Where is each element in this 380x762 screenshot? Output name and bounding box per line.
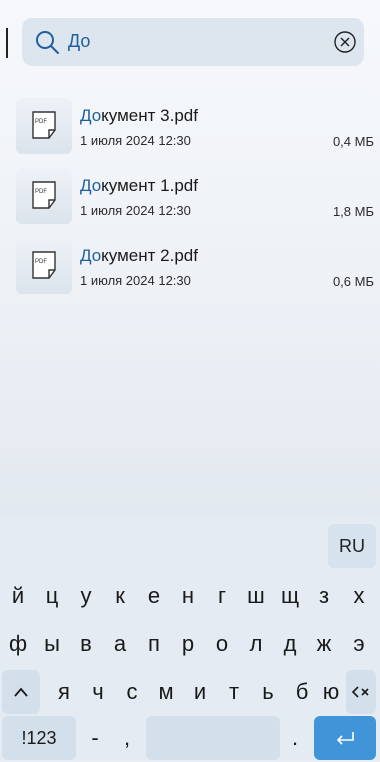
name-highlight: До — [80, 176, 102, 195]
key[interactable]: ш — [240, 574, 272, 618]
key[interactable]: э — [342, 622, 376, 666]
name-rest: кумент 3.pdf — [101, 106, 198, 125]
dash-key[interactable]: - — [80, 716, 110, 760]
keyboard: RU й ц у к е н г ш щ з х ф ы в а п р о л… — [0, 518, 380, 760]
backspace-icon — [351, 686, 369, 698]
key[interactable]: ю — [320, 670, 342, 714]
search-icon — [36, 31, 59, 54]
name-rest: кумент 1.pdf — [101, 176, 198, 195]
file-date: 1 июля 2024 12:30 — [80, 273, 191, 288]
enter-icon — [336, 732, 354, 745]
shift-key[interactable] — [2, 670, 40, 714]
key[interactable]: с — [116, 670, 148, 714]
backspace-key[interactable] — [346, 670, 376, 714]
key[interactable]: ы — [36, 622, 68, 666]
pdf-icon-text: PDF — [35, 119, 47, 125]
key-row-4: !123 - , . — [0, 716, 380, 762]
shift-icon — [14, 687, 28, 697]
pdf-icon-text: PDF — [35, 259, 47, 265]
key[interactable]: е — [138, 574, 170, 618]
key[interactable]: п — [138, 622, 170, 666]
key[interactable]: щ — [274, 574, 306, 618]
file-name: Документ 3.pdf — [80, 106, 198, 126]
key[interactable]: в — [70, 622, 102, 666]
file-name: Документ 1.pdf — [80, 176, 198, 196]
space-key[interactable] — [146, 716, 280, 760]
key[interactable]: ь — [252, 670, 284, 714]
key[interactable]: к — [104, 574, 136, 618]
period-key[interactable]: . — [282, 716, 308, 760]
search-input[interactable]: До — [68, 31, 90, 52]
key[interactable]: у — [70, 574, 102, 618]
key[interactable]: н — [172, 574, 204, 618]
name-highlight: До — [80, 106, 102, 125]
pdf-file-icon: PDF — [16, 98, 72, 154]
file-size: 0,6 МБ — [332, 274, 374, 289]
key[interactable]: й — [2, 574, 34, 618]
file-size: 1,8 МБ — [332, 204, 374, 219]
name-highlight: До — [80, 246, 102, 265]
name-rest: кумент 2.pdf — [101, 246, 198, 265]
key[interactable]: и — [184, 670, 216, 714]
list-item[interactable]: PDF Документ 2.pdf 1 июля 2024 12:30 0,6… — [16, 238, 376, 300]
key[interactable]: б — [286, 670, 318, 714]
key[interactable]: ч — [82, 670, 114, 714]
key[interactable]: а — [104, 622, 136, 666]
key[interactable]: з — [308, 574, 340, 618]
key[interactable]: г — [206, 574, 238, 618]
clear-icon[interactable] — [333, 30, 357, 54]
key-row-2: ф ы в а п р о л д ж э — [0, 622, 380, 668]
key[interactable]: д — [274, 622, 306, 666]
list-item[interactable]: PDF Документ 3.pdf 1 июля 2024 12:30 0,4… — [16, 98, 376, 160]
screen: До PDF Документ 3.pdf 1 июля 2024 12:30 … — [0, 0, 380, 760]
key[interactable]: ф — [2, 622, 34, 666]
key[interactable]: ц — [36, 574, 68, 618]
key[interactable]: о — [206, 622, 238, 666]
text-cursor — [6, 28, 8, 58]
key[interactable]: р — [172, 622, 204, 666]
file-date: 1 июля 2024 12:30 — [80, 203, 191, 218]
pdf-icon-text: PDF — [35, 189, 47, 195]
search-bar[interactable]: До — [22, 18, 364, 66]
list-item[interactable]: PDF Документ 1.pdf 1 июля 2024 12:30 1,8… — [16, 168, 376, 230]
enter-key[interactable] — [314, 716, 376, 760]
key[interactable]: т — [218, 670, 250, 714]
file-name: Документ 2.pdf — [80, 246, 198, 266]
comma-key[interactable]: , — [112, 716, 142, 760]
file-size: 0,4 МБ — [332, 134, 374, 149]
file-date: 1 июля 2024 12:30 — [80, 133, 191, 148]
key[interactable]: л — [240, 622, 272, 666]
key[interactable]: я — [48, 670, 80, 714]
pdf-file-icon: PDF — [16, 238, 72, 294]
numbers-key[interactable]: !123 — [2, 716, 76, 760]
key[interactable]: ж — [308, 622, 340, 666]
key-row-1: й ц у к е н г ш щ з х — [0, 574, 380, 620]
key-row-3: я ч с м и т ь б ю — [0, 670, 380, 716]
key[interactable]: х — [342, 574, 376, 618]
key[interactable]: м — [150, 670, 182, 714]
language-key[interactable]: RU — [328, 524, 376, 568]
pdf-file-icon: PDF — [16, 168, 72, 224]
